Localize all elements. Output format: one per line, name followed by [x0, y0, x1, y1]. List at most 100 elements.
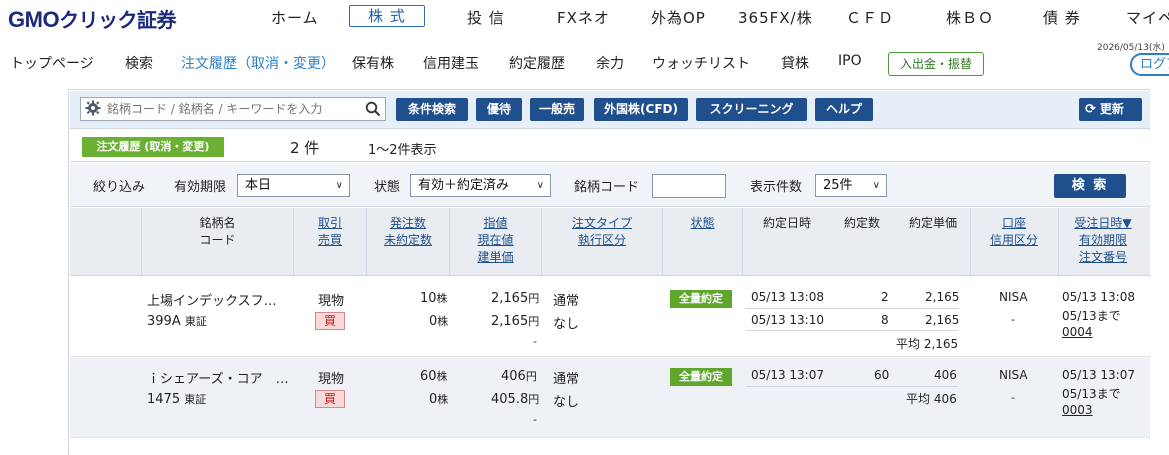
help-button[interactable]: ヘルプ	[815, 98, 873, 121]
order-qty-value: 60	[420, 369, 437, 384]
gnav-mypage[interactable]: マイペ	[1126, 7, 1169, 28]
order-qty: 10株	[420, 290, 448, 306]
trade-type: 現物	[318, 294, 345, 309]
col-received[interactable]: 受注日時▼ 有効期限 注文番号	[1059, 208, 1147, 276]
filter-search-button[interactable]: 検 索	[1054, 174, 1126, 198]
code-input[interactable]	[652, 174, 726, 198]
global-header: GMOクリック証券 ホーム 株 式 投 信 FXネオ 外為OP 365FX/株 …	[0, 0, 1169, 36]
stock-code-value: 1475	[147, 392, 181, 407]
col-unfilled-qty: 未約定数	[383, 233, 432, 247]
table-footer	[70, 439, 1150, 455]
sub-nav: トップページ 検索 注文履歴（取消・変更） 保有株 信用建玉 約定履歴 余力 ウ…	[0, 40, 1169, 86]
subnav-watchlist[interactable]: ウォッチリスト	[652, 53, 750, 73]
buy-badge: 買	[315, 312, 345, 330]
qty-unit: 株	[436, 370, 448, 383]
gnav-cfd[interactable]: ＣＦＤ	[846, 7, 894, 28]
col-margin-class: 信用区分	[989, 233, 1038, 247]
order-number-link[interactable]: 0003	[1062, 403, 1093, 417]
subnav-buying-power[interactable]: 余力	[596, 53, 624, 73]
stock-search-box	[80, 97, 386, 121]
exec-time: 05/13 13:10	[751, 313, 824, 327]
deposit-transfer-button[interactable]: 入出金・振替	[888, 52, 984, 76]
subnav-stock-lending[interactable]: 貸株	[781, 53, 809, 73]
current-price-value: 405.8	[491, 392, 529, 407]
subnav-exec-history[interactable]: 約定履歴	[509, 53, 565, 73]
expiry-date: 05/13まで	[1062, 387, 1121, 401]
build-price: -	[533, 413, 537, 426]
table-row[interactable]: ｉシェアーズ・コア … 1475 東証 現物 買 60株 0株 406円 405…	[70, 358, 1150, 438]
gnav-fxop[interactable]: 外為OP	[651, 7, 706, 28]
exec-time: 05/13 13:07	[751, 368, 824, 382]
screening-button[interactable]: スクリーニング	[696, 98, 807, 121]
col-order-type[interactable]: 注文タイプ 執行区分	[542, 208, 662, 276]
col-divider	[662, 208, 663, 276]
price-unit: 円	[528, 393, 540, 406]
order-number-link[interactable]: 0004	[1062, 325, 1093, 339]
chevron-down-icon: ∨	[536, 180, 544, 191]
brand-logo[interactable]: GMOクリック証券	[8, 4, 177, 33]
search-icon[interactable]	[365, 101, 381, 117]
col-divider	[366, 208, 367, 276]
col-exec-qty: 約定数	[843, 216, 880, 230]
validity-value: 本日	[245, 178, 272, 193]
order-qty-value: 10	[420, 291, 437, 306]
current-price: 405.8円	[491, 391, 539, 407]
subnav-search[interactable]: 検索	[125, 53, 153, 73]
stock-search-input[interactable]	[107, 100, 357, 118]
expiry-date: 05/13まで	[1062, 309, 1121, 323]
order-type: 通常	[553, 372, 580, 387]
result-count: 2 件	[290, 139, 320, 157]
benefits-button[interactable]: 優待	[476, 98, 522, 121]
exec-avg: 平均 406	[906, 392, 957, 406]
col-account-label: 口座	[1001, 216, 1026, 230]
subnav-order-history[interactable]: 注文履歴（取消・変更）	[181, 53, 335, 73]
qty-unit: 株	[437, 315, 449, 328]
col-price[interactable]: 指値 現在値 建単価	[450, 208, 541, 276]
subnav-margin-positions[interactable]: 信用建玉	[423, 53, 479, 73]
gnav-365fx[interactable]: 365FX/株	[738, 7, 813, 28]
gear-icon[interactable]	[85, 100, 103, 118]
foreign-stocks-cfd-button[interactable]: 外国株(CFD)	[594, 98, 688, 121]
col-status[interactable]: 状態	[663, 208, 742, 276]
refresh-label: 更新	[1099, 102, 1124, 116]
per-page-select[interactable]: 25件 ∨	[815, 174, 887, 197]
gnav-stocks[interactable]: 株 式	[349, 5, 425, 27]
general-short-button[interactable]: 一般売	[530, 98, 584, 121]
received-time: 05/13 13:08	[1062, 290, 1135, 304]
col-name-code: 銘柄名 コード	[142, 208, 293, 276]
col-account[interactable]: 口座 信用区分	[970, 208, 1058, 276]
validity-select[interactable]: 本日 ∨	[237, 174, 350, 197]
gnav-funds[interactable]: 投 信	[467, 7, 505, 28]
col-received-time: 受注日時▼	[1074, 216, 1132, 230]
stock-name[interactable]: ｉシェアーズ・コア …	[147, 368, 289, 387]
col-trade-side[interactable]: 取引 売買	[294, 208, 366, 276]
stock-code: 399A 東証	[147, 313, 207, 329]
exec-qty: 8	[881, 313, 889, 327]
table-row[interactable]: 上場インデックスフ… 399A 東証 現物 買 10株 0株 2,165円 2,…	[70, 277, 1150, 357]
refresh-button[interactable]: ⟳ 更新	[1079, 98, 1142, 121]
subnav-ipo[interactable]: IPO	[838, 53, 862, 69]
col-type: 注文タイプ	[571, 216, 632, 230]
refresh-icon: ⟳	[1085, 102, 1096, 117]
stock-name[interactable]: 上場インデックスフ…	[147, 290, 277, 309]
limit-price: 406円	[501, 368, 537, 384]
status-select[interactable]: 有効＋約定済み ∨	[410, 174, 551, 197]
logout-button[interactable]: ログア	[1130, 53, 1169, 76]
exec-price: 2,165	[925, 313, 960, 327]
gnav-fxneo[interactable]: FXネオ	[557, 7, 610, 28]
gnav-home[interactable]: ホーム	[271, 7, 319, 28]
gnav-stockbo[interactable]: 株ＢＯ	[946, 7, 994, 28]
col-limit: 指値	[483, 216, 508, 230]
col-divider	[293, 208, 294, 276]
market: 東証	[184, 393, 207, 406]
page-title-badge: 注文履歴 (取消・変更)	[82, 137, 224, 157]
subnav-top[interactable]: トップページ	[10, 53, 94, 73]
exec-divider	[746, 386, 958, 387]
col-expiry: 有効期限	[1078, 233, 1127, 247]
col-qty[interactable]: 発注数 未約定数	[367, 208, 449, 276]
exec-divider	[746, 330, 958, 331]
subnav-holdings[interactable]: 保有株	[352, 53, 394, 73]
condition-search-button[interactable]: 条件検索	[396, 98, 468, 121]
gnav-bonds[interactable]: 債 券	[1043, 7, 1081, 28]
code-label: 銘柄コード	[574, 180, 640, 195]
